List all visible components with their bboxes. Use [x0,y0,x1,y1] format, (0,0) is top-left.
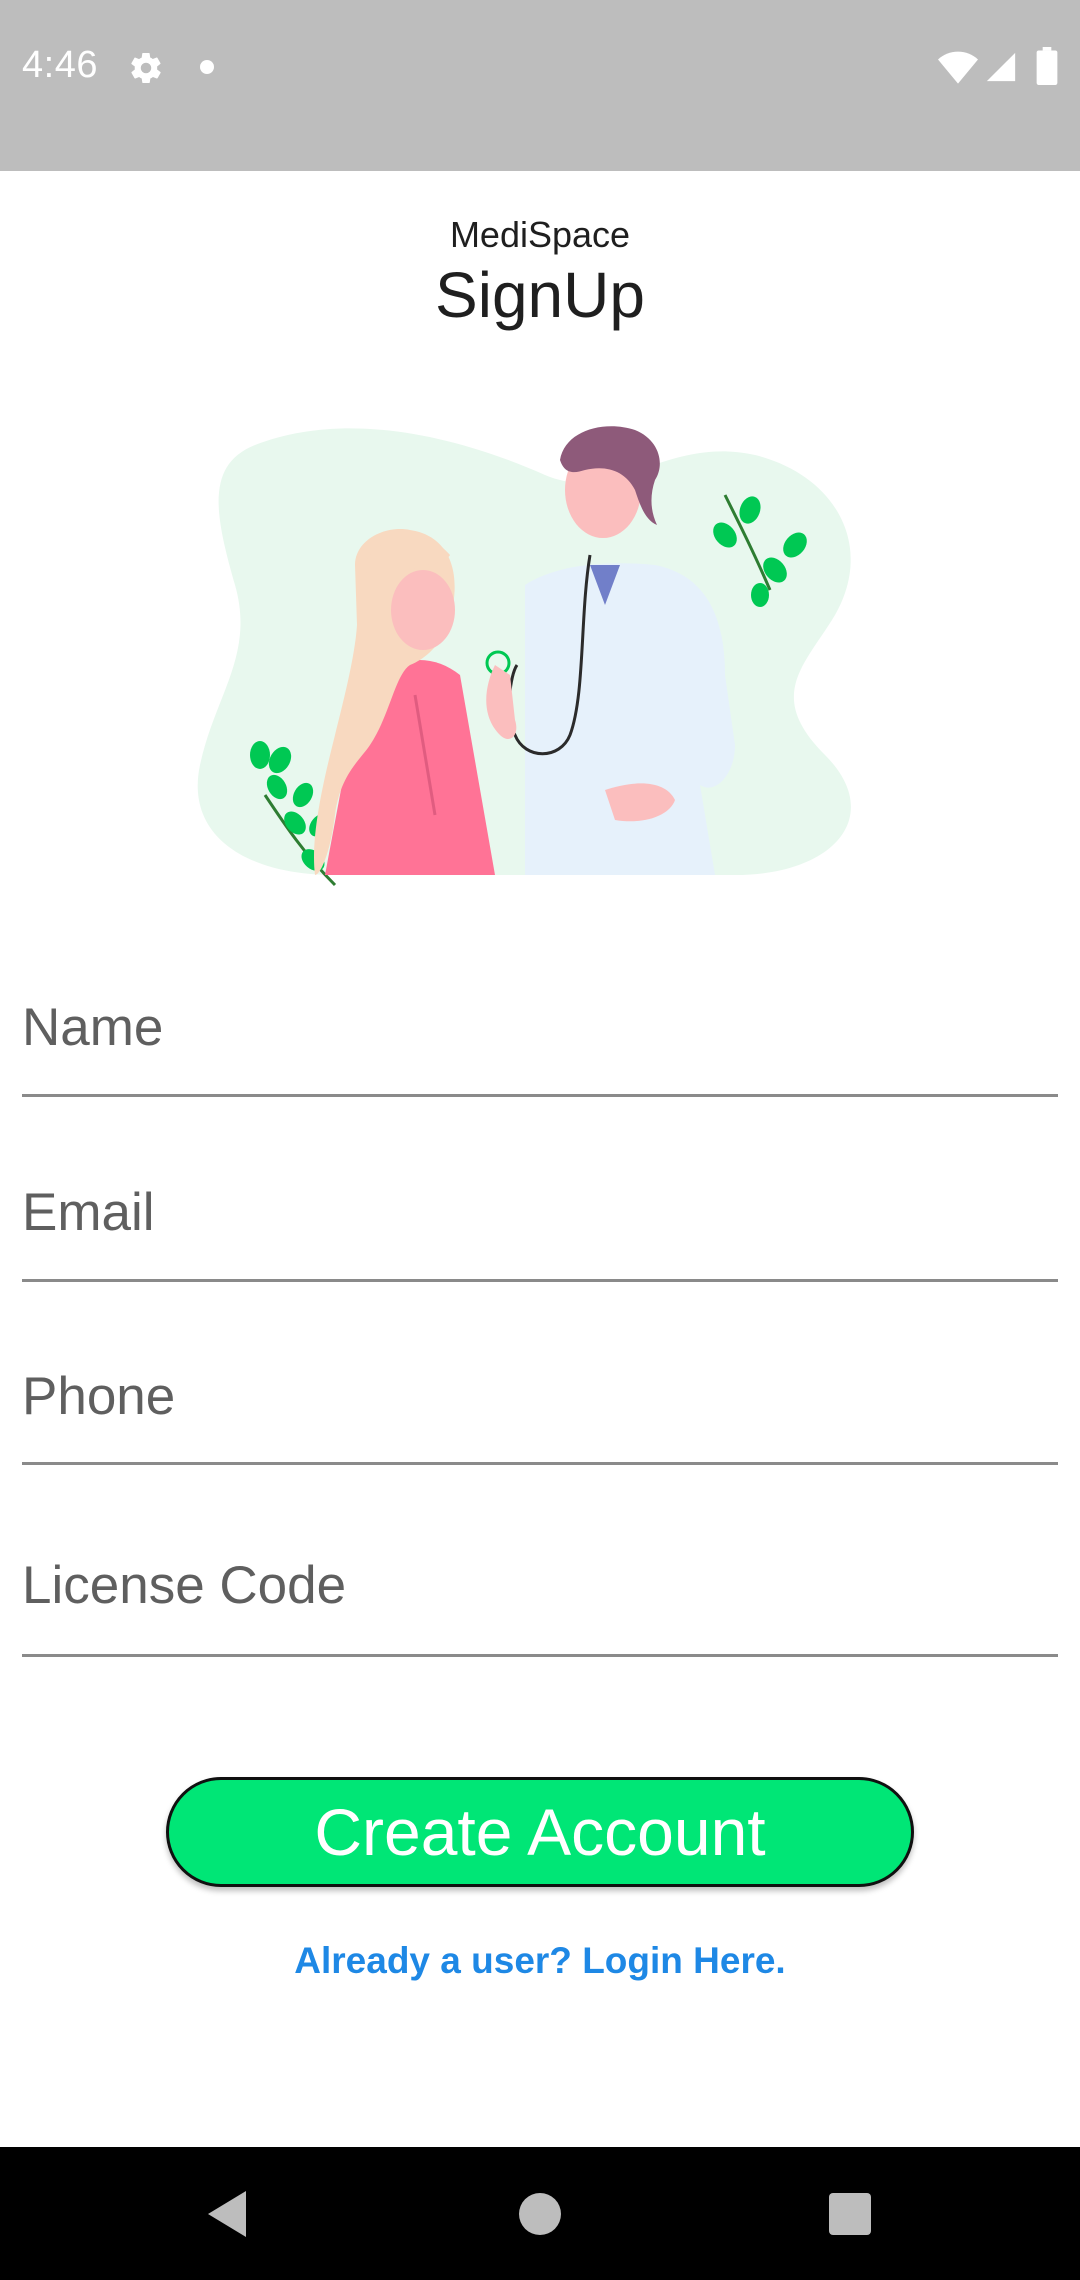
status-bar: 4:46 [0,0,1080,171]
doctor-patient-illustration [197,426,851,887]
name-input[interactable] [22,960,1058,1094]
phone-field[interactable] [22,1330,1058,1465]
email-field[interactable] [22,1145,1058,1282]
status-time: 4:46 [22,44,98,86]
create-account-button[interactable]: Create Account [166,1777,914,1887]
email-input[interactable] [22,1145,1058,1279]
back-icon[interactable] [204,2189,250,2239]
notification-dot-icon [200,60,214,74]
login-link[interactable]: Already a user? Login Here. [0,1940,1080,1982]
navigation-bar [0,2147,1080,2280]
recents-icon[interactable] [829,2193,871,2235]
license-code-input[interactable] [22,1517,1058,1654]
gear-icon [131,52,161,84]
battery-icon [1036,47,1058,85]
wifi-icon [938,51,978,84]
app-name: MediSpace [449,214,631,255]
home-icon[interactable] [519,2193,561,2235]
signal-icon [986,52,1016,82]
page-title: SignUp [435,259,645,331]
license-code-field[interactable] [22,1517,1058,1657]
name-field[interactable] [22,960,1058,1097]
phone-input[interactable] [22,1330,1058,1462]
